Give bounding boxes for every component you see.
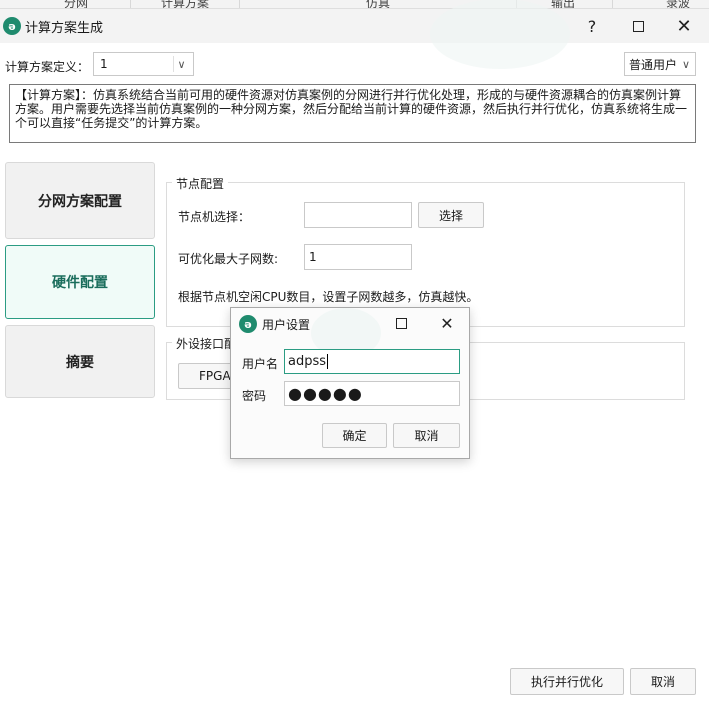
bg-column-header: 录波	[666, 0, 691, 9]
user-role-value: 普通用户	[629, 57, 678, 72]
title-bar: ǝ 计算方案生成 ? ✕	[0, 0, 709, 69]
user-settings-dialog: ǝ 用户设置 ✕ 用户名 adpss 密码 ●●●●● 确定 取消	[230, 307, 470, 459]
bg-column-header: 输出	[551, 0, 576, 9]
close-button[interactable]: ✕	[666, 11, 702, 41]
username-value: adpss	[288, 354, 327, 369]
dialog-maximize-button[interactable]	[383, 308, 419, 338]
background-window-header: 分网 计算方案 仿真 输出 录波	[0, 0, 709, 9]
select-node-button[interactable]: 选择	[418, 202, 484, 228]
password-label: 密码	[242, 389, 267, 403]
app-logo-icon: ǝ	[3, 17, 21, 35]
dialog-cancel-button[interactable]: 取消	[393, 423, 460, 448]
node-config-title: 节点配置	[172, 175, 229, 192]
optimize-button[interactable]: 执行并行优化	[510, 668, 624, 695]
ok-button[interactable]: 确定	[322, 423, 387, 448]
nav-item-hardware-config[interactable]: 硬件配置	[5, 245, 155, 319]
max-subnets-input[interactable]: 1	[304, 244, 412, 270]
dialog-logo-icon: ǝ	[239, 315, 257, 333]
bg-column-header: 分网	[64, 0, 89, 9]
password-input[interactable]: ●●●●●	[284, 381, 460, 406]
nav-item-summary[interactable]: 摘要	[5, 325, 155, 398]
nav-item-mesh-config[interactable]: 分网方案配置	[5, 162, 155, 239]
watermark-logo	[430, 0, 570, 69]
help-icon[interactable]: ?	[574, 11, 610, 41]
dialog-close-button[interactable]: ✕	[429, 308, 465, 338]
maximize-button[interactable]	[620, 11, 656, 41]
window-title: 计算方案生成	[25, 21, 104, 36]
username-input[interactable]: adpss	[284, 349, 460, 374]
max-subnets-label: 可优化最大子网数:	[178, 252, 279, 266]
dialog-title: 用户设置	[262, 318, 311, 332]
maximize-icon	[395, 317, 407, 329]
node-select-label: 节点机选择：	[178, 210, 251, 224]
bg-column-header: 计算方案	[161, 0, 210, 9]
bg-column-header: 仿真	[366, 0, 391, 9]
username-label: 用户名	[242, 357, 279, 371]
scheme-description: 【计算方案】：仿真系统结合当前可用的硬件资源对仿真案例的分网进行并行优化处理，形…	[9, 84, 696, 143]
maximize-icon	[632, 20, 644, 32]
subnet-hint: 根据节点机空闲CPU数目，设置子网数越多，仿真越快。	[178, 290, 479, 304]
chevron-down-icon: ∨	[681, 57, 691, 71]
cancel-button[interactable]: 取消	[630, 668, 696, 695]
scheme-select-value: 1	[100, 57, 108, 71]
password-mask: ●●●●●	[288, 383, 363, 403]
scheme-select[interactable]: 1 ∨	[93, 52, 194, 76]
chevron-down-icon: ∨	[173, 56, 189, 72]
node-select-input[interactable]	[304, 202, 412, 228]
user-role-select[interactable]: 普通用户 ∨	[624, 52, 696, 76]
scheme-label: 计算方案定义：	[5, 60, 90, 74]
